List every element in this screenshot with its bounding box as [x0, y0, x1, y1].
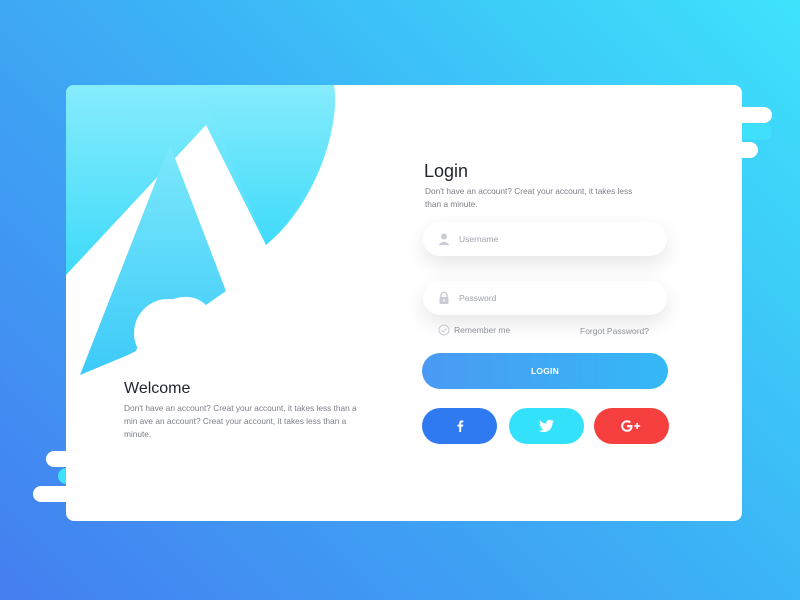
facebook-icon [456, 420, 463, 432]
twitter-button[interactable] [509, 408, 584, 444]
welcome-title: Welcome [124, 380, 191, 397]
login-button[interactable]: LOGIN [422, 353, 668, 389]
password-input[interactable] [457, 292, 667, 304]
forgot-password-link[interactable]: Forgot Password? [580, 326, 649, 336]
login-subtitle: Don't have an account? Creat your accoun… [425, 186, 633, 209]
remember-me-label: Remember me [454, 325, 511, 335]
password-field[interactable] [423, 281, 667, 315]
google-plus-icon [620, 420, 640, 432]
login-title: Login [424, 161, 469, 181]
user-icon [438, 233, 450, 245]
facebook-button[interactable] [422, 408, 497, 444]
check-circle-icon [438, 324, 450, 336]
twitter-icon [538, 419, 554, 433]
google-plus-button[interactable] [594, 408, 669, 444]
decorative-artwork [66, 85, 336, 375]
login-card: Welcome Don't have an account? Creat you… [66, 85, 742, 521]
welcome-text: Don't have an account? Creat your accoun… [124, 403, 357, 439]
username-input[interactable] [457, 233, 667, 245]
username-field[interactable] [423, 222, 667, 256]
lock-icon [439, 291, 449, 304]
remember-me-checkbox[interactable]: Remember me [438, 324, 510, 336]
